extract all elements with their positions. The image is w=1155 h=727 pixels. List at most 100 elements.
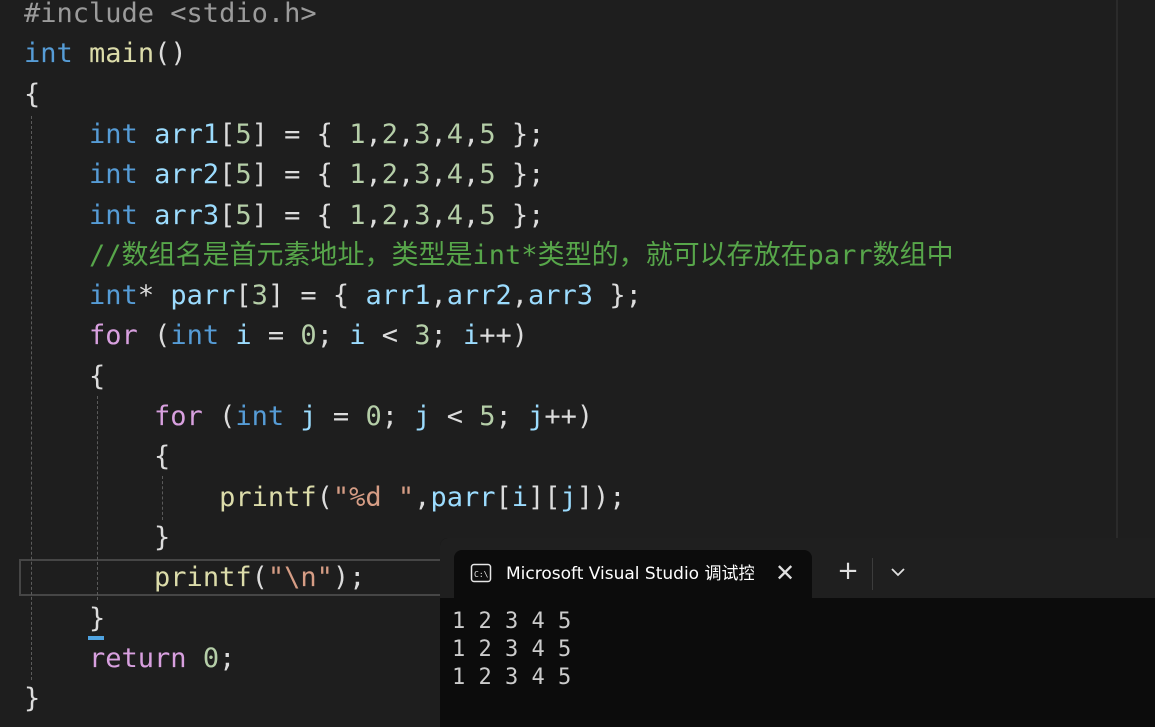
code-token: j	[414, 401, 431, 432]
code-token: =	[316, 401, 366, 432]
code-token: 0	[365, 401, 382, 432]
code-token: ,	[397, 119, 415, 150]
code-token: for	[154, 401, 203, 432]
code-line: printf("\n");	[24, 558, 365, 598]
code-token: [	[219, 159, 236, 190]
code-token: <	[430, 401, 480, 432]
code-token: ] = {	[251, 159, 350, 190]
code-token: };	[593, 280, 642, 311]
code-line: int arr1[5] = { 1,2,3,4,5 };	[24, 115, 544, 155]
code-token: parr	[170, 280, 236, 311]
terminal-titlebar: C:\ Microsoft Visual Studio 调试控制台 ✕ +	[440, 538, 1155, 598]
code-token: arr2	[154, 159, 220, 190]
code-token: 3	[414, 159, 431, 190]
tab-separator	[872, 558, 873, 590]
code-token: 3	[414, 320, 431, 351]
code-token: [	[219, 119, 236, 150]
terminal-tab[interactable]: C:\ Microsoft Visual Studio 调试控制台 ✕	[454, 550, 812, 598]
code-token: ,	[463, 200, 480, 231]
code-token: int	[89, 159, 138, 190]
code-token: ;	[381, 401, 415, 432]
code-token: }	[24, 522, 171, 553]
editor-scrollbar[interactable]	[1116, 0, 1118, 540]
code-token: 2	[381, 200, 398, 231]
terminal-output[interactable]: 1 2 3 4 5 1 2 3 4 5 1 2 3 4 5	[452, 608, 1152, 692]
code-token: main	[89, 38, 155, 69]
code-token: int	[89, 200, 138, 231]
new-tab-button[interactable]: +	[830, 550, 866, 594]
console-icon: C:\	[470, 563, 492, 583]
code-token: [	[235, 280, 252, 311]
code-token: ,	[397, 159, 415, 190]
code-line: for (int i = 0; i < 3; i++)	[24, 316, 528, 356]
code-line: }	[24, 679, 40, 719]
code-token: ,	[365, 119, 382, 150]
code-token: };	[495, 119, 545, 150]
code-token: arr3	[154, 200, 220, 231]
code-token: ;	[316, 320, 350, 351]
code-token: ][	[528, 482, 561, 513]
code-token: //数组名是首元素地址，类型是int*类型的，就可以存放在parr数组中	[89, 240, 954, 271]
code-line: }	[24, 518, 170, 558]
code-token: i	[463, 320, 480, 351]
code-token: <	[365, 320, 415, 351]
code-token: 0	[202, 643, 220, 674]
code-token: printf	[154, 562, 252, 593]
close-tab-button[interactable]: ✕	[770, 550, 800, 598]
code-token: ++)	[544, 401, 594, 432]
code-token: {	[24, 441, 171, 472]
code-token: 3	[414, 200, 431, 231]
code-token: i	[235, 320, 252, 351]
code-token: ,	[430, 159, 447, 190]
code-token: int	[89, 119, 138, 150]
tab-dropdown-button[interactable]	[880, 550, 916, 594]
output-line: 1 2 3 4 5	[452, 637, 572, 662]
code-token: [	[495, 482, 512, 513]
code-token: ]);	[576, 482, 626, 513]
code-token: int	[170, 320, 220, 351]
code-token: 5	[235, 119, 252, 150]
code-token: ;	[495, 401, 529, 432]
code-token: {	[24, 79, 41, 110]
code-line: int arr2[5] = { 1,2,3,4,5 };	[24, 155, 544, 195]
code-token: ] = {	[251, 200, 350, 231]
code-token: ,	[365, 159, 382, 190]
code-token: 5	[479, 200, 496, 231]
code-token: =	[251, 320, 301, 351]
code-token: ;	[430, 320, 464, 351]
code-token: int	[235, 401, 285, 432]
code-token: 3	[251, 280, 268, 311]
code-line: //数组名是首元素地址，类型是int*类型的，就可以存放在parr数组中	[24, 236, 954, 276]
code-token: *	[137, 280, 171, 311]
code-token: ,	[397, 200, 415, 231]
code-token: 0	[300, 320, 317, 351]
code-token: arr1	[154, 119, 220, 150]
code-line: int arr3[5] = { 1,2,3,4,5 };	[24, 196, 544, 236]
code-token: ;	[219, 643, 236, 674]
debug-console-window[interactable]: C:\ Microsoft Visual Studio 调试控制台 ✕ + 1 …	[440, 538, 1155, 727]
code-token: ] = {	[267, 280, 366, 311]
code-token: ,	[463, 159, 480, 190]
code-line: }	[24, 599, 105, 639]
code-token: (	[316, 482, 333, 513]
code-token: i	[511, 482, 528, 513]
code-token: ,	[430, 200, 447, 231]
code-token: ()	[154, 38, 187, 69]
code-line: return 0;	[24, 639, 235, 679]
code-line: {	[24, 437, 170, 477]
code-token: i	[349, 320, 366, 351]
code-token: ++)	[479, 320, 529, 351]
code-token: arr1	[365, 280, 431, 311]
code-token: ,	[414, 482, 431, 513]
code-token: }	[24, 603, 106, 634]
chevron-down-icon	[891, 568, 905, 577]
